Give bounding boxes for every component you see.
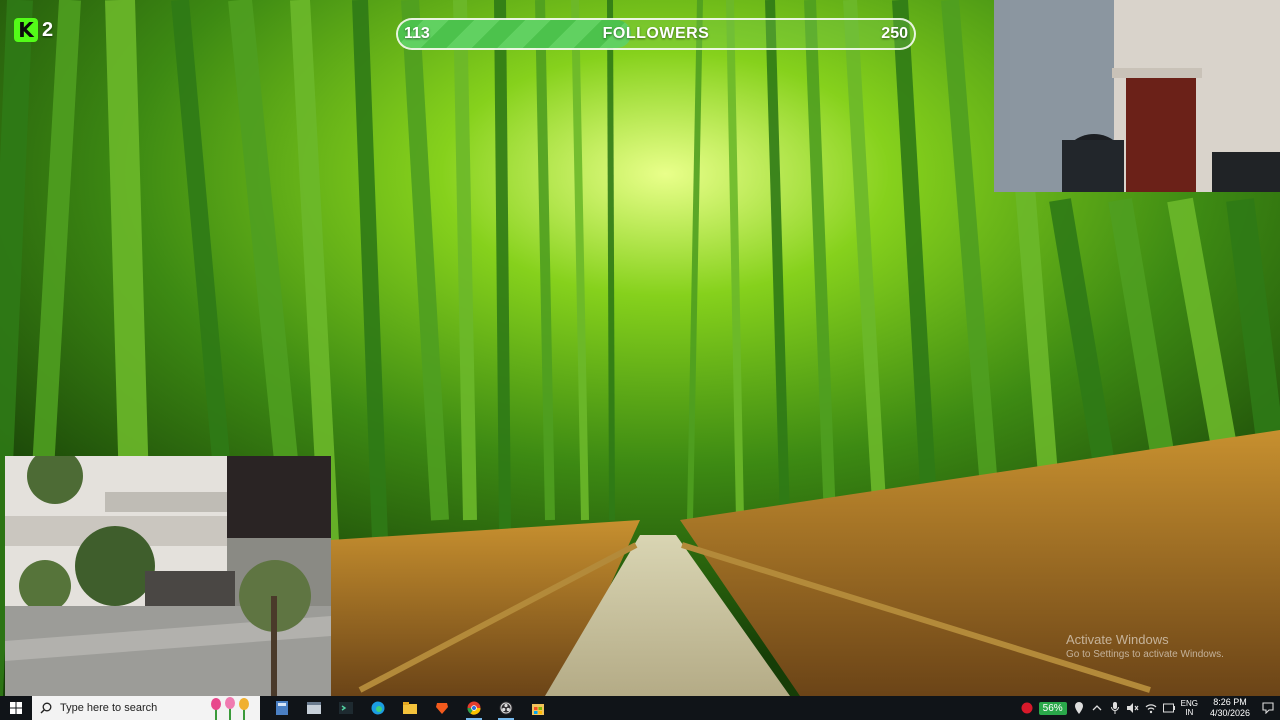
- battery-plug-icon[interactable]: [1162, 702, 1175, 714]
- bamboo-stalk: [494, 0, 511, 531]
- webcam-room-feed: [994, 0, 1280, 192]
- search-placeholder: Type here to search: [60, 702, 158, 714]
- start-button[interactable]: [0, 696, 32, 720]
- terminal-icon: [339, 702, 353, 714]
- taskbar-app-obs[interactable]: [490, 696, 522, 720]
- microphone-icon[interactable]: [1109, 702, 1121, 714]
- webcam-street-feed: [5, 456, 331, 696]
- file-explorer-icon: [403, 702, 417, 714]
- search-highlight-tulips-icon: [211, 697, 249, 720]
- battery-indicator[interactable]: 56%: [1038, 701, 1067, 715]
- taskbar-app-terminal[interactable]: [330, 696, 362, 720]
- clock[interactable]: 8:26 PM 4/30/2026: [1204, 697, 1256, 719]
- language-indicator[interactable]: ENG IN: [1181, 699, 1198, 717]
- clock-time: 8:26 PM: [1213, 697, 1247, 707]
- goal-target-count: 250: [881, 25, 908, 42]
- taskbar-app-calculator[interactable]: [266, 696, 298, 720]
- language-line-1: ENG: [1180, 699, 1198, 708]
- followers-goal-bar: 113 FOLLOWERS 250: [396, 18, 916, 50]
- recording-indicator-icon[interactable]: [1021, 702, 1033, 714]
- watermark-title: Activate Windows: [1066, 632, 1169, 647]
- system-tray: 56% ENG IN 8:26 PM 4/30/2026: [1021, 696, 1280, 720]
- activate-windows-watermark: Activate Windows Go to Settings to activ…: [1066, 632, 1224, 660]
- watermark-subtitle: Go to Settings to activate Windows.: [1066, 649, 1224, 660]
- obs-icon: [499, 701, 513, 715]
- bamboo-stalk: [453, 0, 477, 521]
- notifications-icon[interactable]: [1262, 702, 1274, 714]
- viewer-count-badge: K 2: [14, 18, 53, 42]
- taskbar-app-store[interactable]: [522, 696, 554, 720]
- clock-date: 4/30/2026: [1209, 708, 1251, 718]
- chrome-icon: [467, 701, 481, 715]
- goal-label: FOLLOWERS: [602, 25, 710, 42]
- network-icon[interactable]: [1145, 702, 1157, 714]
- language-line-2: IN: [1185, 708, 1194, 717]
- edge-icon: [371, 701, 385, 715]
- volume-muted-icon[interactable]: [1126, 702, 1139, 714]
- taskbar-app-window[interactable]: [298, 696, 330, 720]
- taskbar-app-brave[interactable]: [426, 696, 458, 720]
- kick-logo-icon: K: [14, 18, 38, 42]
- taskbar-app-chrome[interactable]: [458, 696, 490, 720]
- windows-icon: [10, 702, 22, 714]
- taskbar: Type here to search 56% ENG IN 8:26 PM 4…: [0, 696, 1280, 720]
- search-icon: [40, 702, 52, 714]
- store-icon: [532, 704, 544, 715]
- show-hidden-icons-chevron-icon[interactable]: [1091, 702, 1103, 714]
- location-icon[interactable]: [1073, 702, 1085, 714]
- taskbar-app-file-explorer[interactable]: [394, 696, 426, 720]
- bamboo-stalk: [607, 0, 615, 521]
- brave-icon: [436, 703, 448, 714]
- taskbar-app-edge[interactable]: [362, 696, 394, 720]
- viewer-count: 2: [42, 18, 54, 41]
- app-window-icon: [307, 702, 321, 714]
- calculator-icon: [276, 701, 288, 715]
- taskbar-search-box[interactable]: Type here to search: [32, 696, 260, 720]
